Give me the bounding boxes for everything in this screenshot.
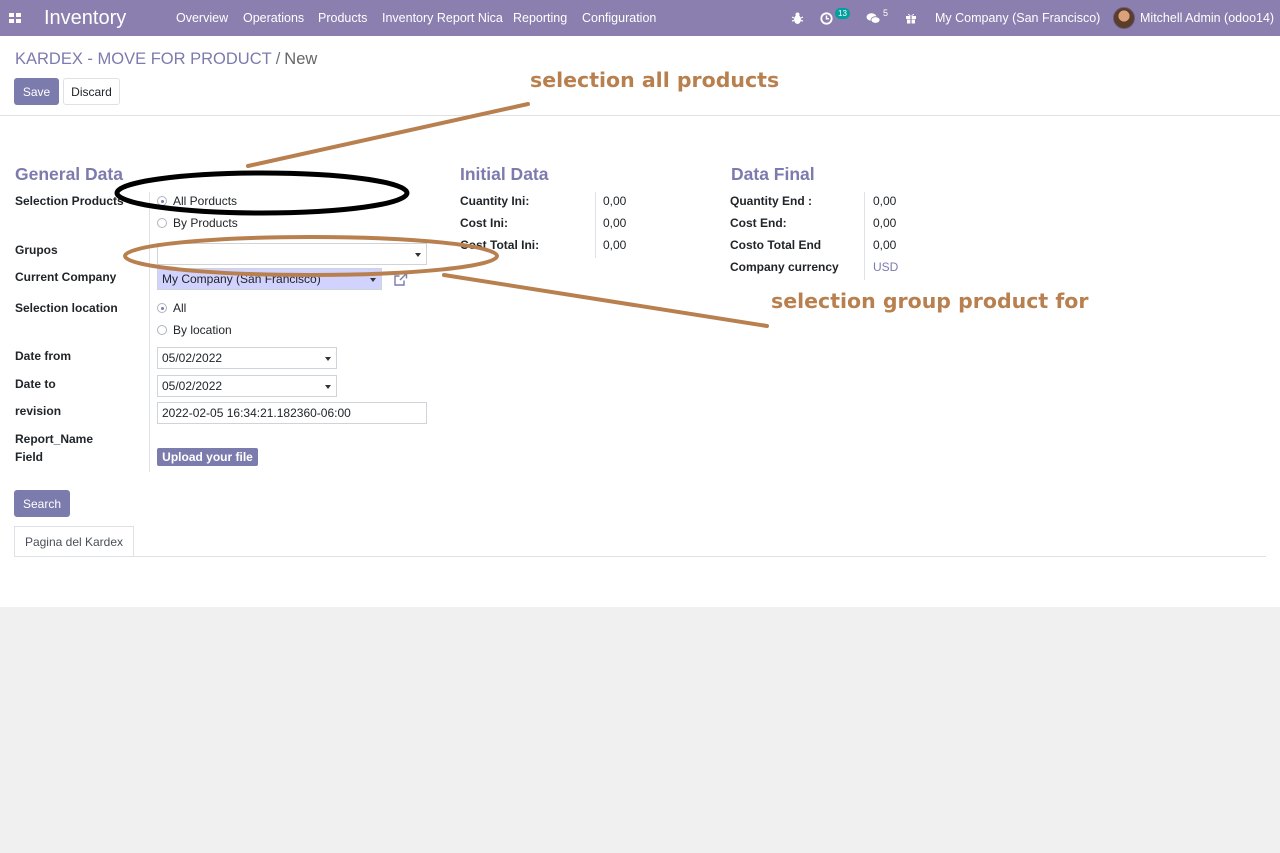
- chevron-down-icon: [415, 253, 421, 257]
- message-count-badge: 5: [883, 8, 889, 18]
- menu-operations[interactable]: Operations: [243, 0, 304, 36]
- report-name-label-field: Field: [15, 450, 44, 464]
- grupos-select[interactable]: [157, 243, 427, 265]
- date-to-value: 05/02/2022: [162, 379, 223, 393]
- activity-clock-icon[interactable]: 13: [820, 0, 850, 36]
- cost-end-value: 0,00: [873, 216, 897, 230]
- date-from-input[interactable]: 05/02/2022: [157, 347, 337, 369]
- revision-label: revision: [15, 404, 62, 418]
- upload-file-button[interactable]: Upload your file: [157, 448, 258, 466]
- company-currency-label: Company currency: [730, 260, 839, 274]
- quantity-end-label: Quantity End :: [730, 194, 812, 208]
- menu-configuration[interactable]: Configuration: [582, 0, 656, 36]
- date-from-value: 05/02/2022: [162, 351, 223, 365]
- chevron-down-icon: [370, 278, 376, 282]
- apps-menu-icon[interactable]: [9, 0, 21, 36]
- user-avatar[interactable]: [1113, 0, 1135, 36]
- chevron-down-icon: [325, 357, 331, 361]
- revision-input[interactable]: 2022-02-05 16:34:21.182360-06:00: [157, 402, 427, 424]
- breadcrumb-current: New: [284, 50, 318, 68]
- cost-total-ini-label: Cost Total Ini:: [460, 238, 540, 252]
- radio-by-location[interactable]: [157, 325, 167, 335]
- radio-by-products-label[interactable]: By Products: [173, 216, 238, 230]
- menu-inventory-report-nica[interactable]: Inventory Report Nica: [382, 0, 503, 36]
- discard-button[interactable]: Discard: [63, 78, 120, 105]
- radio-all-products-label[interactable]: All Porducts: [173, 194, 237, 208]
- app-name[interactable]: Inventory: [44, 0, 126, 36]
- menu-products[interactable]: Products: [318, 0, 367, 36]
- breadcrumb: KARDEX - MOVE FOR PRODUCT / New: [15, 50, 317, 69]
- tab-pagina-del-kardex[interactable]: Pagina del Kardex: [14, 526, 134, 557]
- messages-chat-icon[interactable]: 5: [866, 0, 888, 36]
- user-menu[interactable]: Mitchell Admin (odoo14): [1140, 0, 1274, 36]
- data-final-title: Data Final: [731, 164, 815, 184]
- costo-total-end-value: 0,00: [873, 238, 897, 252]
- gift-icon[interactable]: [905, 0, 917, 36]
- external-link-icon[interactable]: [393, 272, 408, 290]
- selection-products-label: Selection Products: [15, 194, 124, 208]
- date-to-input[interactable]: 05/02/2022: [157, 375, 337, 397]
- company-switcher[interactable]: My Company (San Francisco): [935, 0, 1100, 36]
- selection-location-label: Selection location: [15, 301, 118, 315]
- radio-by-products[interactable]: [157, 218, 167, 228]
- save-button[interactable]: Save: [14, 78, 59, 105]
- company-currency-value[interactable]: USD: [873, 260, 898, 274]
- radio-by-location-label[interactable]: By location: [173, 323, 232, 337]
- initial-data-separator: [595, 192, 596, 258]
- menu-reporting[interactable]: Reporting: [513, 0, 567, 36]
- radio-all-products[interactable]: [157, 196, 167, 206]
- current-company-value: My Company (San Francisco): [162, 272, 321, 286]
- radio-location-all[interactable]: [157, 303, 167, 313]
- activity-count-badge: 13: [835, 7, 850, 19]
- initial-data-title: Initial Data: [460, 164, 549, 184]
- revision-value: 2022-02-05 16:34:21.182360-06:00: [162, 406, 351, 420]
- annotation-note-all-products: selection all products: [530, 68, 780, 92]
- debug-bug-icon[interactable]: [791, 0, 804, 36]
- quantity-end-value: 0,00: [873, 194, 897, 208]
- current-company-label: Current Company: [15, 270, 117, 284]
- grupos-label: Grupos: [15, 243, 58, 257]
- date-to-label: Date to: [15, 377, 56, 391]
- form-sheet: General Data Selection Products All Pord…: [0, 116, 1280, 607]
- general-data-title: General Data: [15, 164, 123, 184]
- cost-end-label: Cost End:: [730, 216, 787, 230]
- general-data-separator: [149, 192, 150, 472]
- date-from-label: Date from: [15, 349, 72, 363]
- cuantity-ini-label: Cuantity Ini:: [460, 194, 530, 208]
- cost-ini-label: Cost Ini:: [460, 216, 508, 230]
- costo-total-end-label: Costo Total End: [730, 238, 822, 252]
- cuantity-ini-value: 0,00: [603, 194, 627, 208]
- current-company-field[interactable]: My Company (San Francisco): [157, 268, 382, 290]
- radio-location-all-label[interactable]: All: [173, 301, 186, 315]
- cost-total-ini-value: 0,00: [603, 238, 627, 252]
- search-button[interactable]: Search: [14, 490, 70, 517]
- chevron-down-icon: [325, 385, 331, 389]
- menu-overview[interactable]: Overview: [176, 0, 228, 36]
- tab-bar-divider: [14, 556, 1266, 557]
- data-final-separator: [864, 192, 865, 280]
- report-name-label: Report_Name: [15, 432, 94, 446]
- top-navbar: Inventory Overview Operations Products I…: [0, 0, 1280, 36]
- breadcrumb-separator: /: [275, 50, 281, 68]
- cost-ini-value: 0,00: [603, 216, 627, 230]
- annotation-note-group: selection group product for: [771, 289, 1089, 313]
- breadcrumb-parent-link[interactable]: KARDEX - MOVE FOR PRODUCT: [15, 50, 272, 68]
